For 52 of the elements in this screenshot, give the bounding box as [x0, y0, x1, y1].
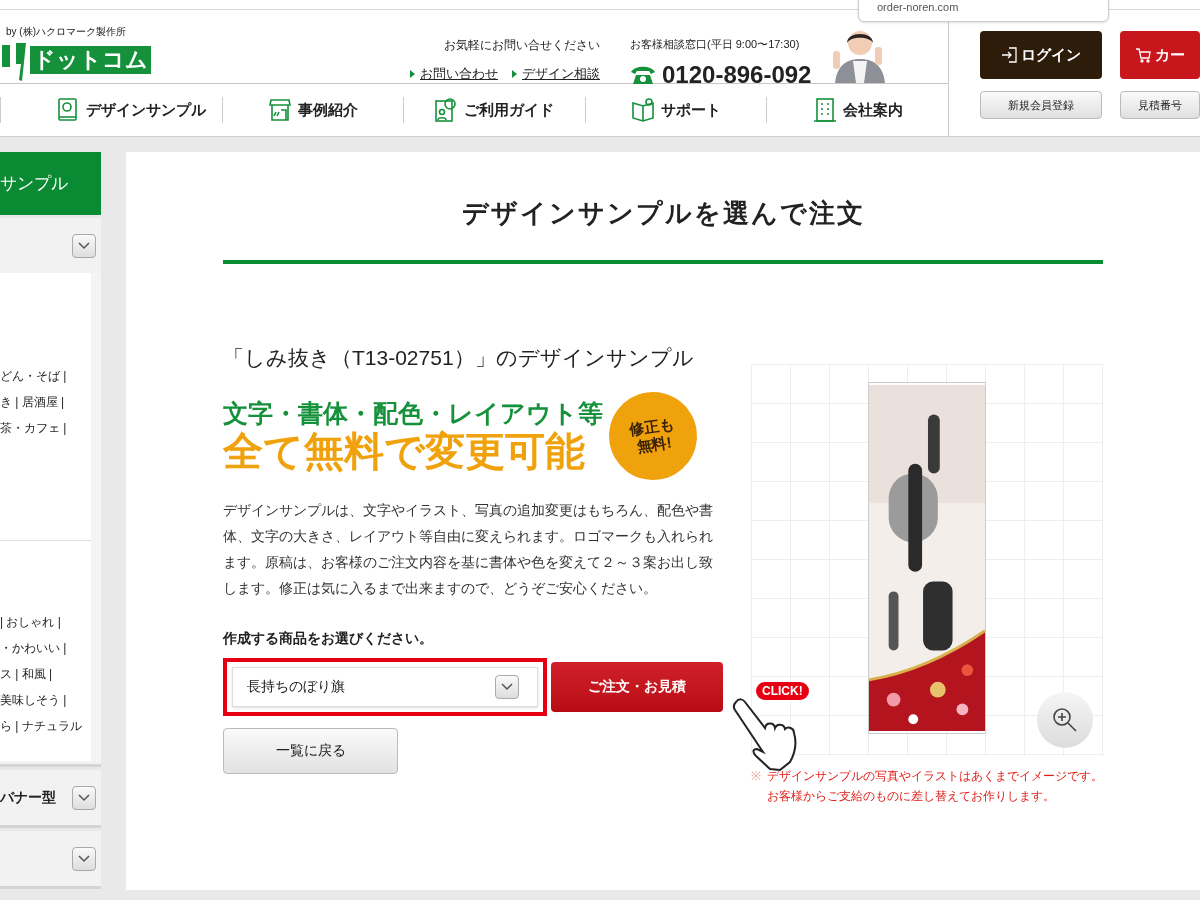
sidebar-title: サンプル: [0, 172, 68, 195]
promo-headline: 全て無料で変更可能: [223, 427, 586, 474]
category-link[interactable]: | おしゃれ |: [0, 613, 61, 631]
nav-link[interactable]: デザインサンプル: [56, 97, 207, 123]
contact-link[interactable]: お問い合わせ: [410, 64, 498, 84]
building-icon: [812, 97, 837, 123]
order-button[interactable]: ご注文・お見積: [551, 661, 723, 712]
open-book-icon: [631, 97, 656, 123]
click-bubble: CLICK!: [756, 682, 809, 700]
phone-label: お客様相談窓口(平日 9:00〜17:30): [630, 37, 801, 52]
category-link[interactable]: ら | ナチュラル: [0, 717, 82, 735]
category-link[interactable]: どん・そば |: [0, 367, 67, 385]
nav-link[interactable]: サポート: [631, 97, 722, 123]
page-title: デザインサンプルを選んで注文: [460, 197, 866, 230]
estimate-button[interactable]: 見積番号: [1120, 91, 1200, 119]
disclaimer-note: デザインサンプルの写真やイラストはあくまでイメージです。: [767, 768, 1103, 785]
contact-link[interactable]: デザイン相談: [512, 64, 600, 84]
storefront-icon: [267, 97, 292, 123]
cart-icon: [1135, 47, 1151, 63]
tooltip: order-noren.com: [858, 0, 1109, 22]
nav-link[interactable]: 会社案内: [812, 97, 903, 123]
register-button[interactable]: 新規会員登録: [980, 91, 1102, 119]
back-button[interactable]: 一覧に戻る: [223, 727, 398, 774]
section-title: バナー型: [0, 788, 56, 807]
select-label: 作成する商品をお選びください。: [223, 628, 434, 648]
category-link[interactable]: 茶・カフェ |: [0, 419, 67, 437]
logo-tagline: by (株)ハクロマーク製作所: [5, 25, 127, 39]
note-mark: ※: [751, 768, 761, 785]
disclaimer-note: お客様からご支給のものに差し替えてお作りします。: [767, 788, 1056, 805]
chevron-down-icon[interactable]: [72, 785, 96, 810]
chevron-down-icon[interactable]: [72, 233, 96, 258]
zoom-in-icon: [1051, 706, 1079, 734]
login-button[interactable]: ログイン: [980, 31, 1102, 79]
category-link[interactable]: き | 居酒屋 |: [0, 393, 65, 411]
category-link[interactable]: ス | 和風 |: [0, 665, 53, 683]
sign-in-icon: [1001, 47, 1017, 63]
description: デザインサンプルは、文字やイラスト、写真の追加変更はもちろん、配色や書体、文字の大きさ、レイアウト等自由に変えられます。ロゴマークも入れられます。原稿は、お客様のご注文内容を基に書体や色を変えて２～３案お出し致します。修正は気に入るまで出来ますので、どうぞご安心ください。: [223, 501, 714, 598]
category-link[interactable]: ・かわいい |: [0, 639, 67, 657]
cart-button[interactable]: カー: [1120, 31, 1200, 79]
chevron-down-icon[interactable]: [72, 846, 96, 871]
category-link[interactable]: 美味しそう |: [0, 691, 67, 709]
product-select[interactable]: 長持ちのぼり旗: [232, 666, 538, 707]
telephone-icon: [630, 64, 656, 85]
sample-title: 「しみ抜き（T13-02751）」のデザインサンプル: [223, 345, 695, 371]
contact-note: お気軽にお問い合せください: [444, 37, 600, 54]
nav-link[interactable]: 事例紹介: [267, 97, 358, 123]
phone-number: 0120-896-092: [662, 59, 812, 90]
nav-link[interactable]: ご利用ガイド: [434, 97, 555, 123]
chevron-down-icon[interactable]: [495, 674, 519, 699]
promo-heading: 文字・書体・配色・レイアウト等: [223, 397, 603, 428]
person-question-icon: [434, 97, 459, 123]
logo-text: ドットコム: [30, 46, 151, 74]
